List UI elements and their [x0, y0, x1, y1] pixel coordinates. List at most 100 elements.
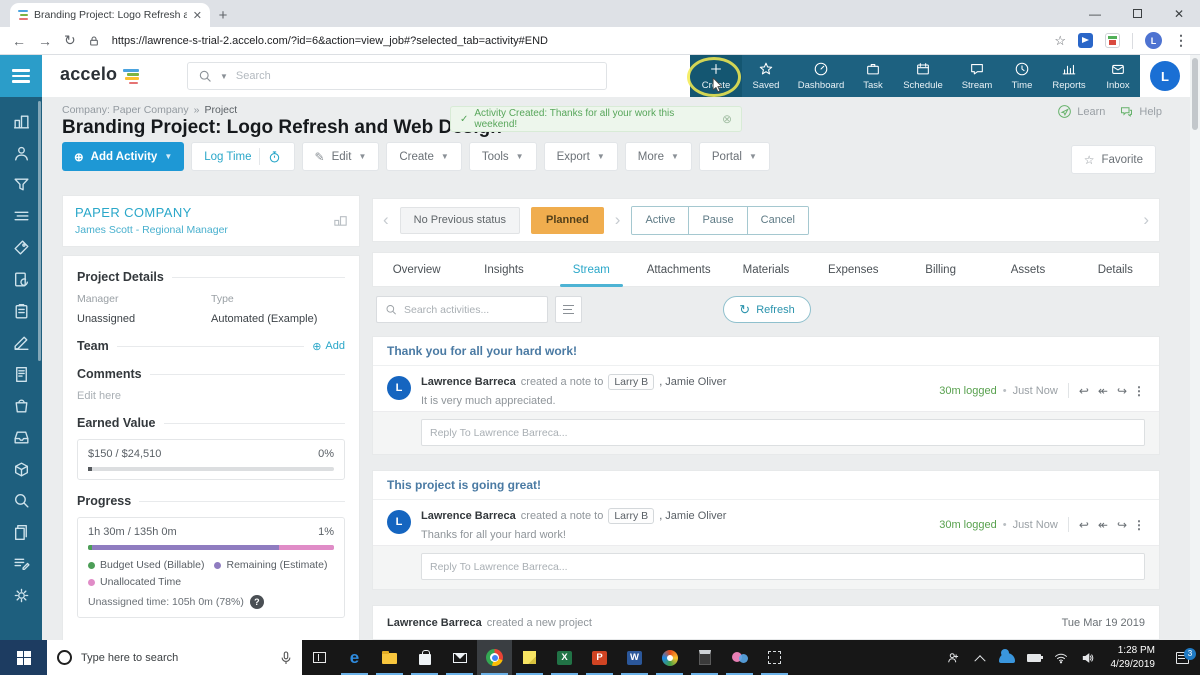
- taskbar-edge[interactable]: e: [337, 640, 372, 675]
- tray-battery[interactable]: [1021, 640, 1048, 675]
- contacts-icon[interactable]: [12, 144, 31, 163]
- create-button[interactable]: Create ▼: [386, 142, 462, 171]
- global-search-input[interactable]: [235, 70, 596, 82]
- tab-attachments[interactable]: Attachments: [635, 253, 722, 286]
- taskbar-store[interactable]: [407, 640, 442, 675]
- taskbar-chrome[interactable]: [477, 640, 512, 675]
- companies-icon[interactable]: [12, 112, 31, 131]
- tab-expenses[interactable]: Expenses: [810, 253, 897, 286]
- forward-icon[interactable]: ↪: [1117, 384, 1127, 398]
- actor-name[interactable]: Lawrence Barreca: [421, 376, 516, 388]
- refresh-button[interactable]: ↻ Refresh: [723, 296, 811, 323]
- tray-volume[interactable]: [1075, 640, 1102, 675]
- tools-button[interactable]: Tools ▼: [468, 142, 537, 171]
- recipient-chip[interactable]: Larry B: [608, 508, 655, 524]
- manager-value[interactable]: Unassigned: [77, 313, 211, 325]
- reply-icon[interactable]: ↩: [1079, 384, 1089, 398]
- stream-entry-title[interactable]: This project is going great!: [373, 471, 1159, 500]
- tray-people[interactable]: [940, 640, 967, 675]
- forward-button[interactable]: →: [38, 33, 52, 49]
- reply-icon[interactable]: ↩: [1079, 518, 1089, 532]
- notes-edit-icon[interactable]: [12, 554, 31, 573]
- tracking-search-icon[interactable]: [12, 491, 31, 510]
- status-active-button[interactable]: Active: [632, 206, 689, 234]
- browser-profile-avatar[interactable]: L: [1145, 32, 1162, 49]
- taskbar-excel[interactable]: X: [547, 640, 582, 675]
- company-name-link[interactable]: PAPER COMPANY: [75, 205, 347, 220]
- reply-input[interactable]: [421, 419, 1145, 446]
- more-button[interactable]: More ▼: [624, 142, 692, 171]
- team-add-button[interactable]: ⊕ Add: [312, 340, 345, 353]
- recipient-chip[interactable]: Larry B: [608, 374, 655, 390]
- bookmark-star-icon[interactable]: ☆: [1054, 33, 1066, 49]
- help-link[interactable]: Help: [1119, 104, 1162, 119]
- retainers-icon[interactable]: [12, 270, 31, 289]
- nav-stream[interactable]: Stream: [952, 55, 1002, 97]
- browser-menu-icon[interactable]: ⋮: [1174, 32, 1188, 49]
- nav-create[interactable]: Create: [687, 55, 742, 97]
- status-next-chevron-icon[interactable]: ›: [1143, 210, 1149, 230]
- documents-icon[interactable]: [12, 523, 31, 542]
- taskbar-file-explorer[interactable]: [372, 640, 407, 675]
- tickets-tag-icon[interactable]: [12, 238, 31, 257]
- search-scope-caret-icon[interactable]: ▼: [220, 72, 228, 81]
- browser-tab[interactable]: Branding Project: Logo Refresh a ✕: [10, 3, 210, 27]
- edit-button[interactable]: ✎ Edit ▼: [301, 142, 380, 171]
- taskbar-calculator[interactable]: [687, 640, 722, 675]
- purchases-bag-icon[interactable]: [12, 396, 31, 415]
- nav-task[interactable]: Task: [852, 55, 894, 97]
- invoices-icon[interactable]: [12, 365, 31, 384]
- agreements-pen-icon[interactable]: [12, 333, 31, 352]
- taskbar-pinwheel-app[interactable]: [652, 640, 687, 675]
- tab-overview[interactable]: Overview: [373, 253, 460, 286]
- log-time-button[interactable]: Log Time: [191, 142, 295, 171]
- back-button[interactable]: ←: [12, 33, 26, 49]
- nav-saved[interactable]: Saved: [742, 55, 790, 97]
- status-previous-button[interactable]: No Previous status: [399, 206, 520, 234]
- projects-icon[interactable]: [12, 302, 31, 321]
- nav-reports[interactable]: Reports: [1042, 55, 1096, 97]
- user-avatar[interactable]: L: [1150, 61, 1180, 91]
- tray-show-hidden[interactable]: [967, 640, 994, 675]
- toast-close-icon[interactable]: ⊗: [722, 112, 732, 126]
- taskbar-paint3d[interactable]: [722, 640, 757, 675]
- requests-tray-icon[interactable]: [12, 428, 31, 447]
- stopwatch-icon[interactable]: [267, 149, 282, 164]
- reply-all-icon[interactable]: ↞: [1098, 518, 1108, 532]
- extension-icon-1[interactable]: [1078, 33, 1093, 48]
- tab-details[interactable]: Details: [1072, 253, 1159, 286]
- tab-billing[interactable]: Billing: [897, 253, 984, 286]
- help-question-icon[interactable]: ?: [249, 595, 264, 609]
- sales-funnel-icon[interactable]: [12, 175, 31, 194]
- comments-edit-placeholder[interactable]: Edit here: [77, 390, 345, 402]
- window-minimize-button[interactable]: —: [1074, 0, 1116, 27]
- taskbar-mail[interactable]: [442, 640, 477, 675]
- tab-materials[interactable]: Materials: [722, 253, 809, 286]
- status-current-planned[interactable]: Planned: [531, 206, 604, 234]
- activities-search-input[interactable]: [404, 303, 539, 316]
- entry-menu-icon[interactable]: ⋮: [1133, 518, 1145, 532]
- tab-stream[interactable]: Stream: [548, 253, 635, 287]
- status-pause-button[interactable]: Pause: [688, 206, 747, 234]
- microphone-icon[interactable]: [280, 650, 292, 665]
- settings-gear-icon[interactable]: [12, 586, 31, 605]
- hamburger-menu-button[interactable]: [0, 55, 42, 97]
- assets-cube-icon[interactable]: [12, 460, 31, 479]
- status-cancel-button[interactable]: Cancel: [746, 206, 808, 234]
- learn-link[interactable]: Learn: [1057, 104, 1105, 119]
- taskbar-snip[interactable]: [757, 640, 792, 675]
- taskbar-word[interactable]: W: [617, 640, 652, 675]
- window-close-button[interactable]: ✕: [1158, 0, 1200, 27]
- taskbar-search[interactable]: Type here to search: [47, 640, 302, 675]
- nav-schedule[interactable]: Schedule: [894, 55, 952, 97]
- nav-dashboard[interactable]: Dashboard: [790, 55, 852, 97]
- rail-scrollbar[interactable]: [38, 101, 41, 361]
- extension-icon-2[interactable]: [1105, 33, 1120, 48]
- task-view-button[interactable]: [302, 640, 337, 675]
- status-prev-chevron-icon[interactable]: ‹: [383, 210, 389, 230]
- activities-filter-button[interactable]: [555, 296, 582, 323]
- global-search[interactable]: ▼: [187, 62, 607, 90]
- quotes-icon[interactable]: [12, 207, 31, 226]
- nav-time[interactable]: Time: [1002, 55, 1042, 97]
- avatar[interactable]: L: [387, 376, 411, 400]
